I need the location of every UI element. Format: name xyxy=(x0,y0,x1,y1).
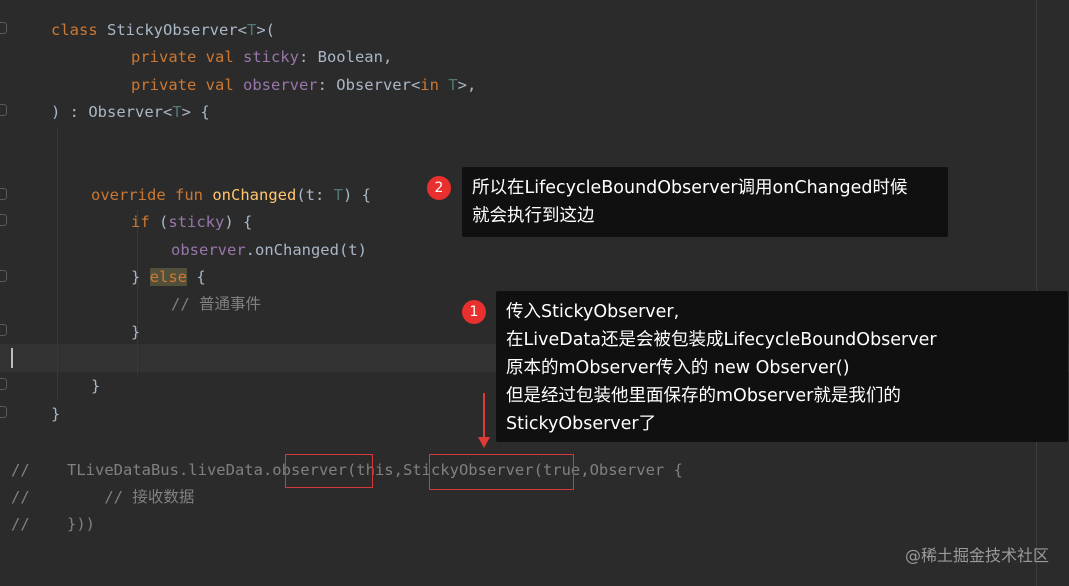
annotation-tooltip-2: 所以在LifecycleBoundObserver调用onChanged时候 就… xyxy=(462,167,948,237)
annotation-arrow xyxy=(483,393,485,439)
text-caret xyxy=(11,348,13,368)
fold-marker-icon[interactable] xyxy=(0,22,8,34)
annotation-tooltip-1: 传入StickyObserver, 在LiveData还是会被包装成Lifecy… xyxy=(496,291,1068,442)
annotation-badge-2: 2 xyxy=(427,176,451,200)
code-line: // })) xyxy=(11,515,95,533)
code-line: class StickyObserver<T>( xyxy=(51,21,275,39)
code-line: private val sticky: Boolean, xyxy=(131,48,393,66)
code-line: private val observer: Observer<in T>, xyxy=(131,76,477,94)
fold-marker-icon[interactable] xyxy=(0,270,8,282)
code-line: } xyxy=(91,377,101,395)
fold-marker-icon[interactable] xyxy=(0,378,8,390)
highlight-box-observer xyxy=(285,454,373,488)
fold-marker-icon[interactable] xyxy=(0,214,8,226)
code-line: ) : Observer<T> { xyxy=(51,103,210,121)
code-line: } else { xyxy=(131,268,206,286)
indent-guide xyxy=(57,128,58,400)
code-line: } xyxy=(131,323,141,341)
code-line: // // 接收数据 xyxy=(11,488,195,506)
arrow-head-icon xyxy=(478,437,490,448)
code-line: if (sticky) { xyxy=(131,213,253,231)
fold-marker-icon[interactable] xyxy=(0,324,8,336)
code-line: } xyxy=(51,405,61,423)
watermark: @稀土掘金技术社区 xyxy=(904,546,1049,565)
code-line: override fun onChanged(t: T) { xyxy=(91,186,371,204)
fold-marker-icon[interactable] xyxy=(0,406,8,418)
code-line: observer.onChanged(t) xyxy=(171,241,367,259)
highlight-box-stickyobserver xyxy=(429,454,574,490)
fold-marker-icon[interactable] xyxy=(0,104,8,116)
code-line: // 普通事件 xyxy=(171,295,261,313)
fold-marker-icon[interactable] xyxy=(0,188,8,200)
annotation-badge-1: 1 xyxy=(462,300,486,324)
